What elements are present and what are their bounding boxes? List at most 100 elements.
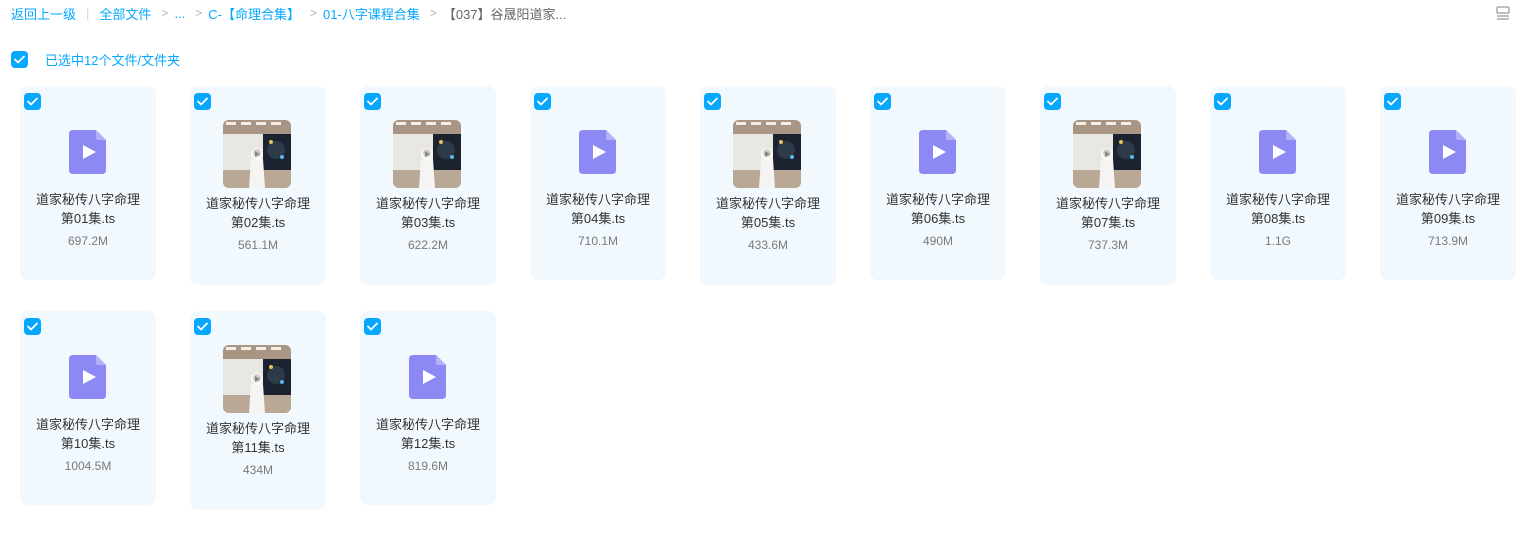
file-name-line-2: 第01集.ts <box>60 211 116 226</box>
video-file-icon <box>69 130 106 174</box>
file-name: 道家秘传八字命理 第11集.ts <box>194 419 322 457</box>
file-card[interactable]: 道家秘传八字命理 第11集.ts 434M <box>190 311 326 510</box>
file-name: 道家秘传八字命理 第10集.ts <box>24 415 152 453</box>
file-name-line-2: 第12集.ts <box>400 436 456 451</box>
file-name-line-1: 道家秘传八字命理 <box>545 192 650 207</box>
file-checkbox[interactable] <box>364 318 381 335</box>
file-size: 710.1M <box>577 234 619 248</box>
file-name-line-1: 道家秘传八字命理 <box>715 196 820 211</box>
file-checkbox[interactable] <box>194 93 211 110</box>
file-name: 道家秘传八字命理 第08集.ts <box>1214 190 1342 228</box>
checkbox-checked-icon <box>11 51 28 68</box>
file-name: 道家秘传八字命理 第07集.ts <box>1044 194 1172 232</box>
file-name-line-1: 道家秘传八字命理 <box>205 196 310 211</box>
file-size: 737.3M <box>1087 238 1129 252</box>
video-file-icon <box>1259 130 1296 174</box>
file-name-line-2: 第11集.ts <box>231 440 285 455</box>
file-name-line-1: 道家秘传八字命理 <box>375 417 480 432</box>
video-thumbnail <box>393 120 461 188</box>
file-card[interactable]: 道家秘传八字命理 第08集.ts 1.1G <box>1210 86 1346 280</box>
file-name: 道家秘传八字命理 第01集.ts <box>24 190 152 228</box>
file-name: 道家秘传八字命理 第03集.ts <box>364 194 492 232</box>
file-name-line-2: 第06集.ts <box>910 211 966 226</box>
file-checkbox[interactable] <box>364 93 381 110</box>
file-checkbox[interactable] <box>24 93 41 110</box>
file-name-line-2: 第08集.ts <box>1250 211 1306 226</box>
file-name-line-1: 道家秘传八字命理 <box>375 196 480 211</box>
file-size: 561.1M <box>237 238 279 252</box>
file-name-line-2: 第09集.ts <box>1420 211 1476 226</box>
file-card[interactable]: 道家秘传八字命理 第12集.ts 819.6M <box>360 311 496 505</box>
file-card[interactable]: 道家秘传八字命理 第09集.ts 713.9M <box>1380 86 1516 280</box>
breadcrumb-folder-1[interactable]: C-【命理合集】 <box>208 4 300 23</box>
breadcrumb-ellipsis[interactable]: ... <box>174 6 185 21</box>
selection-count: 已选中12个文件/文件夹 <box>45 53 181 68</box>
file-name-line-1: 道家秘传八字命理 <box>35 192 140 207</box>
video-file-icon <box>409 355 446 399</box>
file-size: 1004.5M <box>64 459 112 473</box>
video-file-icon <box>919 130 956 174</box>
file-checkbox[interactable] <box>534 93 551 110</box>
file-name: 道家秘传八字命理 第12集.ts <box>364 415 492 453</box>
file-card[interactable]: 道家秘传八字命理 第01集.ts 697.2M <box>20 86 156 280</box>
file-name-line-2: 第07集.ts <box>1080 215 1136 230</box>
select-all-checkbox[interactable]: 已选中12个文件/文件夹 <box>11 51 180 68</box>
file-name: 道家秘传八字命理 第09集.ts <box>1384 190 1512 228</box>
file-name: 道家秘传八字命理 第05集.ts <box>704 194 832 232</box>
file-name-line-1: 道家秘传八字命理 <box>1055 196 1160 211</box>
file-size: 490M <box>922 234 954 248</box>
file-name-line-2: 第02集.ts <box>230 215 286 230</box>
breadcrumb-current: 【037】谷晟阳道家... <box>442 6 567 22</box>
file-size: 434M <box>242 463 274 477</box>
video-file-icon <box>69 355 106 399</box>
chevron-right-icon: > <box>310 6 318 20</box>
file-name: 道家秘传八字命理 第02集.ts <box>194 194 322 232</box>
file-name: 道家秘传八字命理 第06集.ts <box>874 190 1002 228</box>
file-checkbox[interactable] <box>194 318 211 335</box>
file-card[interactable]: 道家秘传八字命理 第10集.ts 1004.5M <box>20 311 156 505</box>
back-link[interactable]: 返回上一级 <box>11 4 76 23</box>
file-name-line-1: 道家秘传八字命理 <box>35 417 140 432</box>
breadcrumb: 返回上一级 | 全部文件 > ... > C-【命理合集】 > 01-八字课程合… <box>11 3 566 23</box>
file-name-line-1: 道家秘传八字命理 <box>1395 192 1500 207</box>
file-checkbox[interactable] <box>24 318 41 335</box>
chevron-right-icon: > <box>161 6 169 20</box>
breadcrumb-divider: | <box>86 5 90 21</box>
video-thumbnail <box>223 345 291 413</box>
file-checkbox[interactable] <box>1044 93 1061 110</box>
file-checkbox[interactable] <box>1384 93 1401 110</box>
file-card[interactable]: 道家秘传八字命理 第04集.ts 710.1M <box>530 86 666 280</box>
file-card[interactable]: 道家秘传八字命理 第06集.ts 490M <box>870 86 1006 280</box>
file-name-line-2: 第03集.ts <box>400 215 456 230</box>
file-name-line-2: 第04集.ts <box>570 211 626 226</box>
file-size: 697.2M <box>67 234 109 248</box>
file-name-line-2: 第10集.ts <box>60 436 116 451</box>
video-thumbnail <box>223 120 291 188</box>
file-size: 713.9M <box>1427 234 1469 248</box>
file-checkbox[interactable] <box>704 93 721 110</box>
file-card[interactable]: 道家秘传八字命理 第07集.ts 737.3M <box>1040 86 1176 285</box>
file-size: 819.6M <box>407 459 449 473</box>
file-checkbox[interactable] <box>1214 93 1231 110</box>
file-card[interactable]: 道家秘传八字命理 第02集.ts 561.1M <box>190 86 326 285</box>
file-checkbox[interactable] <box>874 93 891 110</box>
video-file-icon <box>1429 130 1466 174</box>
video-thumbnail <box>733 120 801 188</box>
breadcrumb-all-files[interactable]: 全部文件 <box>99 4 151 23</box>
breadcrumb-folder-2[interactable]: 01-八字课程合集 <box>323 4 420 23</box>
file-card[interactable]: 道家秘传八字命理 第05集.ts 433.6M <box>700 86 836 285</box>
file-name-line-1: 道家秘传八字命理 <box>1225 192 1330 207</box>
video-thumbnail <box>1073 120 1141 188</box>
chevron-right-icon: > <box>195 6 203 20</box>
file-name: 道家秘传八字命理 第04集.ts <box>534 190 662 228</box>
file-size: 433.6M <box>747 238 789 252</box>
file-card[interactable]: 道家秘传八字命理 第03集.ts 622.2M <box>360 86 496 285</box>
list-view-icon[interactable] <box>1495 5 1511 21</box>
file-name-line-1: 道家秘传八字命理 <box>885 192 990 207</box>
file-size: 622.2M <box>407 238 449 252</box>
chevron-right-icon: > <box>429 6 437 20</box>
video-file-icon <box>579 130 616 174</box>
file-size: 1.1G <box>1264 234 1291 248</box>
file-name-line-2: 第05集.ts <box>740 215 796 230</box>
file-name-line-1: 道家秘传八字命理 <box>205 421 310 436</box>
